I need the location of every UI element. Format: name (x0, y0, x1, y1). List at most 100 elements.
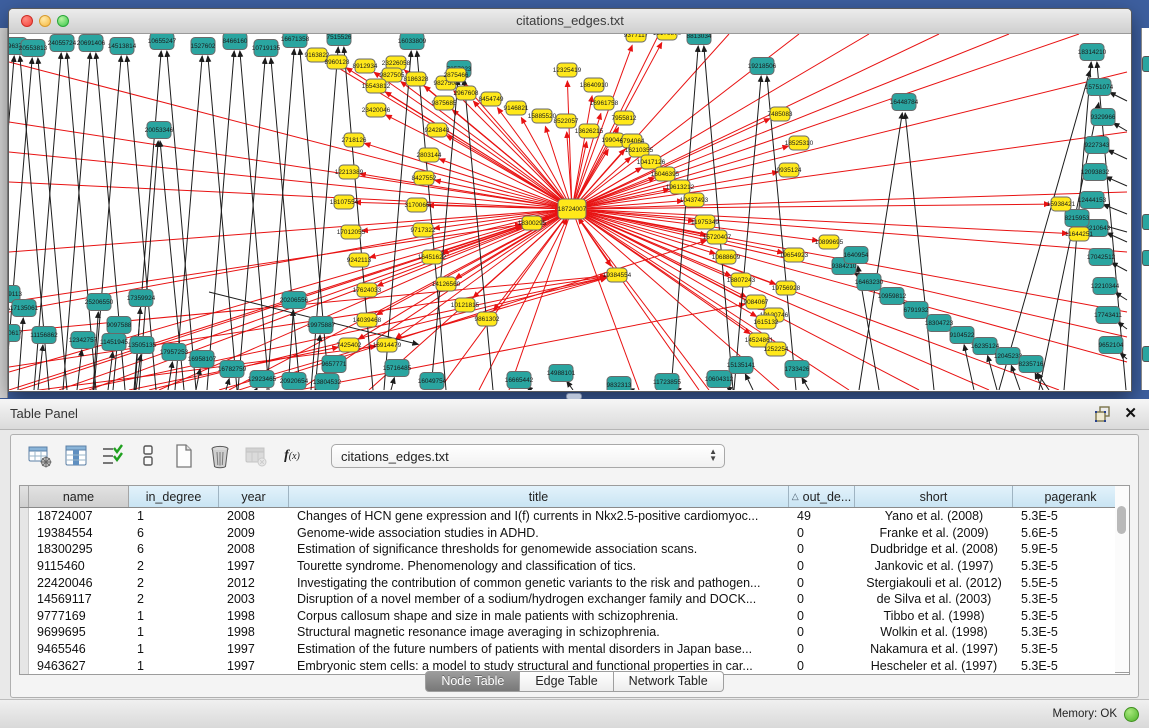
table-row[interactable]: 969969511998Structural magnetic resonanc… (20, 624, 1129, 641)
column-header-short[interactable]: short (855, 486, 1013, 507)
cell-title: Estimation of significance thresholds fo… (289, 542, 789, 556)
cell-name: 14569117 (29, 592, 129, 606)
node-label: 20553813 (19, 45, 48, 52)
node-label: 12325419 (553, 67, 582, 74)
float-panel-icon[interactable] (1095, 406, 1111, 422)
table-row[interactable]: 1456911722003Disruption of a novel membe… (20, 591, 1129, 608)
window-titlebar[interactable]: citations_edges.txt (9, 9, 1131, 34)
table-row[interactable]: 946554611997Estimation of the future num… (20, 641, 1129, 658)
cell-pagerank: 5.3E-5 (1013, 609, 1129, 623)
node-label: 8427552 (412, 175, 437, 182)
zoom-window-button[interactable] (57, 15, 69, 27)
table-row[interactable]: 1830029562008Estimation of significance … (20, 541, 1129, 558)
cell-year: 1997 (219, 559, 289, 573)
node-label: 9242113 (347, 257, 372, 264)
cell-year: 1998 (219, 625, 289, 639)
row-header-cell (20, 624, 29, 641)
close-window-button[interactable] (21, 15, 33, 27)
node-label: 9657771 (322, 361, 347, 368)
column-header-pagerank[interactable]: pagerank (1013, 486, 1129, 507)
column-header-name[interactable]: name (29, 486, 129, 507)
node-label: 19975887 (307, 322, 336, 329)
table-source-dropdown[interactable]: citations_edges.txt ▲▼ (331, 444, 725, 468)
background-window-edge-left (0, 28, 8, 398)
node-label: 8235716 (1019, 361, 1044, 368)
node-label: 16671358 (281, 36, 310, 43)
select-columns-button[interactable] (97, 441, 127, 471)
cell-short: Stergiakouli et al. (2012) (855, 576, 1013, 590)
node-label: 1615132 (754, 319, 779, 326)
row-header-cell (20, 525, 29, 542)
delete-table-trash-button[interactable] (205, 441, 235, 471)
node-label: 10604312 (705, 376, 734, 383)
node-label: 16543812 (362, 83, 391, 90)
column-header-year[interactable]: year (219, 486, 289, 507)
tab-node-table[interactable]: Node Table (425, 671, 520, 692)
network-node (1142, 214, 1149, 230)
node-label: 11156862 (30, 332, 58, 339)
row-header-cell (20, 591, 29, 608)
cell-out_degree: 0 (789, 542, 855, 556)
minimize-window-button[interactable] (39, 15, 51, 27)
table-settings-button[interactable] (25, 441, 55, 471)
node-label: 9861302 (475, 316, 500, 323)
table-row[interactable]: 2242004622012Investigating the contribut… (20, 574, 1129, 591)
table-row[interactable]: 911546021997Tourette syndrome. Phenomeno… (20, 558, 1129, 575)
node-label: 17743411 (1094, 312, 1122, 319)
cell-short: Tibbo et al. (1998) (855, 609, 1013, 623)
node-label: 14039468 (353, 317, 382, 324)
cell-title: Corpus callosum shape and size in male p… (289, 609, 789, 623)
close-panel-icon[interactable]: ✕ (1124, 404, 1137, 422)
node-label: 19613212 (666, 184, 695, 191)
cell-pagerank: 5.6E-5 (1013, 526, 1129, 540)
cell-year: 1998 (219, 609, 289, 623)
node-label: 13626215 (575, 128, 604, 135)
cell-out_degree: 0 (789, 592, 855, 606)
function-builder-button[interactable]: f(x) (277, 441, 307, 471)
cell-out_degree: 0 (789, 526, 855, 540)
network-canvas[interactable]: 1696373120553813240557242069140614513814… (9, 34, 1129, 390)
column-header-title[interactable]: title (289, 486, 789, 507)
cell-title: Estimation of the future numbers of pati… (289, 642, 789, 656)
column-header-out_degree[interactable]: △out_de... (789, 486, 855, 507)
tab-edge-table[interactable]: Edge Table (520, 671, 613, 692)
column-header-in_degree[interactable]: in_degree (129, 486, 219, 507)
split-view-button[interactable] (133, 441, 163, 471)
node-label: 10655247 (148, 38, 177, 45)
table-vertical-scrollbar[interactable] (1115, 485, 1130, 673)
node-label: 14126560 (432, 281, 461, 288)
column-settings-button[interactable] (61, 441, 91, 471)
table-body: 1872400712008Changes of HCN gene express… (20, 508, 1129, 674)
node-label: 7515526 (327, 34, 352, 41)
node-label: 20920654 (280, 378, 309, 385)
node-label: 10899695 (815, 239, 844, 246)
table-row[interactable]: 1872400712008Changes of HCN gene express… (20, 508, 1129, 525)
node-label: 12350617 (9, 330, 23, 337)
dropdown-arrows-icon: ▲▼ (709, 448, 717, 462)
cell-short: Dudbridge et al. (2008) (855, 542, 1013, 556)
table-row[interactable]: 977716911998Corpus callosum shape and si… (20, 608, 1129, 625)
cell-in_degree: 2 (129, 592, 219, 606)
node-label: 7425402 (337, 342, 362, 349)
new-table-button[interactable] (169, 441, 199, 471)
node-label: 7955812 (612, 115, 637, 122)
cell-title: Investigating the contribution of common… (289, 576, 789, 590)
scrollbar-thumb[interactable] (1117, 506, 1126, 534)
cell-year: 2008 (219, 542, 289, 556)
cell-title: Structural magnetic resonance image aver… (289, 625, 789, 639)
node-label: 16961758 (590, 100, 619, 107)
row-header-corner (20, 486, 29, 507)
node-label: 16665442 (505, 377, 534, 384)
tab-network-table[interactable]: Network Table (614, 671, 724, 692)
network-node (1142, 56, 1149, 72)
node-label: 17957253 (160, 349, 189, 356)
cell-out_degree: 0 (789, 642, 855, 656)
node-label: 10121815 (451, 302, 480, 309)
table-row[interactable]: 1938455462009Genome-wide association stu… (20, 525, 1129, 542)
node-label: 2718126 (342, 137, 367, 144)
node-label: 14988101 (547, 370, 576, 377)
node-label: 18724007 (558, 206, 587, 213)
node-label: 13804532 (313, 379, 342, 386)
node-label: 25206550 (85, 299, 114, 306)
node-label: 16451622 (418, 254, 447, 261)
